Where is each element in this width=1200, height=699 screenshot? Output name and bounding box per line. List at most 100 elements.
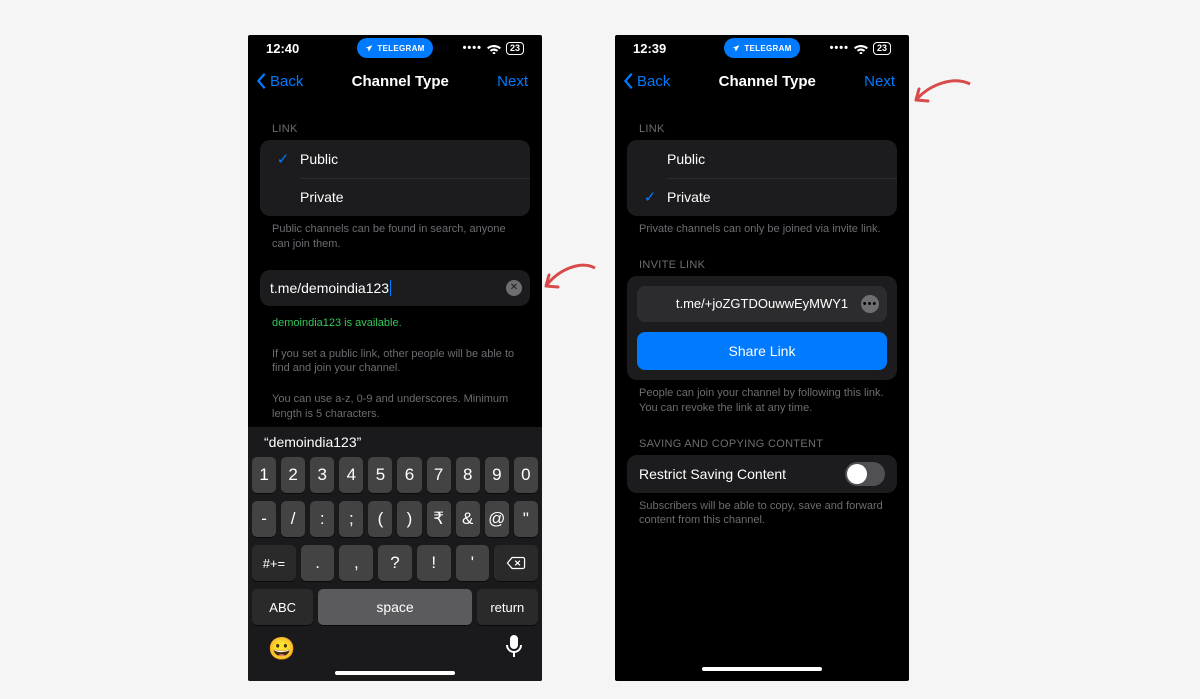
- public-link-note-2: You can use a-z, 0-9 and underscores. Mi…: [260, 386, 530, 422]
- restrict-saving-label: Restrict Saving Content: [639, 466, 786, 482]
- signal-dots-icon: ••••: [830, 42, 849, 54]
- share-link-button[interactable]: Share Link: [637, 332, 887, 370]
- key-symbols[interactable]: #+=: [252, 545, 296, 581]
- section-link-label: LINK: [260, 101, 530, 140]
- wifi-icon: [487, 43, 501, 54]
- battery-icon: 23: [873, 42, 891, 55]
- key[interactable]: :: [310, 501, 334, 537]
- telegram-icon: [732, 44, 741, 53]
- clock-time: 12:40: [266, 41, 316, 56]
- dynamic-island-pill: TELEGRAM: [357, 38, 433, 58]
- key[interactable]: ,: [339, 545, 373, 581]
- wifi-icon: [854, 43, 868, 54]
- emoji-icon[interactable]: 😀: [268, 636, 295, 662]
- status-right: •••• 23: [830, 42, 891, 55]
- callout-arrow-right: [910, 76, 976, 116]
- checkmark-icon: ✓: [272, 150, 294, 168]
- key[interactable]: 6: [397, 457, 421, 493]
- restrict-saving-row: Restrict Saving Content: [627, 455, 897, 493]
- link-type-group: ✓ Public Private: [260, 140, 530, 216]
- nav-header: Back Channel Type Next: [248, 61, 542, 101]
- invite-link-card: t.me/+joZGTDOuwwEyMWY1 ••• Share Link: [627, 276, 897, 380]
- keyboard-row-3: #+= . , ? ! ': [248, 545, 542, 581]
- link-type-hint: Private channels can only be joined via …: [627, 216, 897, 237]
- key[interactable]: .: [301, 545, 335, 581]
- availability-note: demoindia123 is available.: [260, 310, 530, 331]
- key[interactable]: 7: [427, 457, 451, 493]
- key[interactable]: 9: [485, 457, 509, 493]
- chevron-left-icon: [623, 72, 635, 90]
- key[interactable]: ": [514, 501, 538, 537]
- restrict-saving-toggle[interactable]: [845, 462, 885, 486]
- clear-icon[interactable]: ✕: [506, 280, 522, 296]
- checkmark-icon: ✓: [639, 188, 661, 206]
- callout-arrow-left: [540, 260, 600, 300]
- key[interactable]: !: [417, 545, 451, 581]
- key[interactable]: &: [456, 501, 480, 537]
- toggle-knob: [847, 464, 867, 484]
- option-private[interactable]: Private: [260, 178, 530, 216]
- ios-keyboard: “demoindia123” 1 2 3 4 5 6 7 8 9 0 - / :…: [248, 427, 542, 681]
- next-button[interactable]: Next: [497, 73, 534, 90]
- key[interactable]: 0: [514, 457, 538, 493]
- key[interactable]: 1: [252, 457, 276, 493]
- text-caret: [390, 280, 391, 296]
- key[interactable]: (: [368, 501, 392, 537]
- key[interactable]: 2: [281, 457, 305, 493]
- keyboard-row-2: - / : ; ( ) ₹ & @ ": [248, 501, 542, 537]
- status-right: •••• 23: [463, 42, 524, 55]
- backspace-icon: [506, 556, 526, 570]
- more-icon[interactable]: •••: [861, 295, 879, 313]
- phone-left: 12:40 TELEGRAM •••• 23 Back Channel Type…: [248, 35, 542, 681]
- back-button[interactable]: Back: [256, 72, 303, 90]
- mic-icon[interactable]: [506, 635, 522, 663]
- key-space[interactable]: space: [318, 589, 471, 625]
- key[interactable]: 8: [456, 457, 480, 493]
- key[interactable]: ;: [339, 501, 363, 537]
- key[interactable]: ': [456, 545, 490, 581]
- key[interactable]: -: [252, 501, 276, 537]
- saving-section-label: SAVING AND COPYING CONTENT: [627, 416, 897, 455]
- status-bar: 12:40 TELEGRAM •••• 23: [248, 35, 542, 61]
- nav-header: Back Channel Type Next: [615, 61, 909, 101]
- key-abc[interactable]: ABC: [252, 589, 313, 625]
- invite-link-note: People can join your channel by followin…: [627, 380, 897, 416]
- home-indicator: [702, 667, 822, 671]
- back-button[interactable]: Back: [623, 72, 670, 90]
- key[interactable]: 4: [339, 457, 363, 493]
- keyboard-row-4: ABC space return: [248, 589, 542, 625]
- invite-link-label: INVITE LINK: [627, 237, 897, 276]
- invite-link-value[interactable]: t.me/+joZGTDOuwwEyMWY1 •••: [637, 286, 887, 322]
- restrict-saving-note: Subscribers will be able to copy, save a…: [627, 493, 897, 529]
- keyboard-suggestion[interactable]: “demoindia123”: [248, 427, 542, 457]
- option-public[interactable]: Public: [627, 140, 897, 178]
- saving-group: Restrict Saving Content: [627, 455, 897, 493]
- key-backspace[interactable]: [494, 545, 538, 581]
- key[interactable]: 3: [310, 457, 334, 493]
- next-button[interactable]: Next: [864, 73, 901, 90]
- telegram-icon: [365, 44, 374, 53]
- keyboard-row-1: 1 2 3 4 5 6 7 8 9 0: [248, 457, 542, 493]
- key-return[interactable]: return: [477, 589, 538, 625]
- public-link-input[interactable]: t.me/demoindia123 ✕: [260, 270, 530, 306]
- key[interactable]: 5: [368, 457, 392, 493]
- dynamic-island-pill: TELEGRAM: [724, 38, 800, 58]
- phone-right: 12:39 TELEGRAM •••• 23 Back Channel Type…: [615, 35, 909, 681]
- link-type-hint: Public channels can be found in search, …: [260, 216, 530, 252]
- keyboard-bottom-bar: 😀: [248, 633, 542, 663]
- chevron-left-icon: [256, 72, 268, 90]
- key[interactable]: ?: [378, 545, 412, 581]
- page-title: Channel Type: [352, 73, 449, 90]
- public-link-note-1: If you set a public link, other people w…: [260, 341, 530, 377]
- signal-dots-icon: ••••: [463, 42, 482, 54]
- battery-icon: 23: [506, 42, 524, 55]
- key[interactable]: @: [485, 501, 509, 537]
- key[interactable]: ₹: [427, 501, 451, 537]
- key[interactable]: ): [397, 501, 421, 537]
- clock-time: 12:39: [633, 41, 683, 56]
- option-private[interactable]: ✓ Private: [627, 178, 897, 216]
- option-public[interactable]: ✓ Public: [260, 140, 530, 178]
- key[interactable]: /: [281, 501, 305, 537]
- link-type-group: Public ✓ Private: [627, 140, 897, 216]
- home-indicator: [335, 671, 455, 675]
